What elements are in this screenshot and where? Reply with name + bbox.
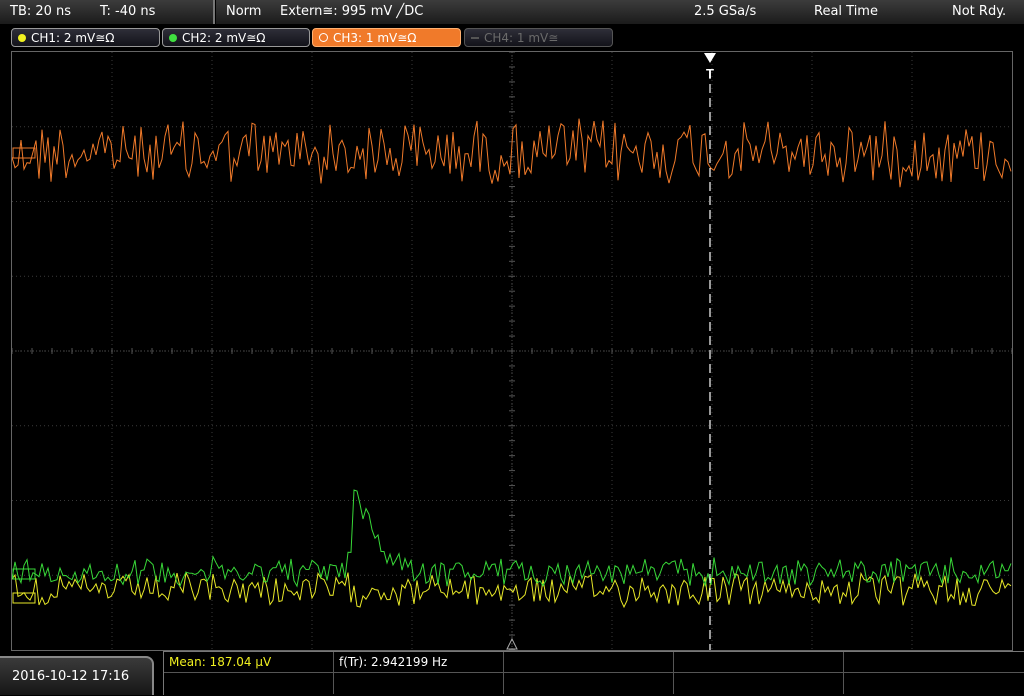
timebase-readout[interactable]: TB: 20 ns <box>10 0 71 24</box>
trigger-panel: Norm Extern≅: 995 mV ╱DC 2.5 GSa/s Real … <box>216 0 1024 24</box>
channel-3-button[interactable]: CH3: 1 mV≅Ω <box>312 28 461 47</box>
measurement-frequency-value: f(Tr): 2.942199 Hz <box>339 655 448 669</box>
measurement-slot-9[interactable] <box>674 673 844 694</box>
channel-4-button[interactable]: CH4: 1 mV≅ <box>464 28 613 47</box>
channel-1-label: CH1: 2 mV≅Ω <box>31 31 115 45</box>
trigger-mode[interactable]: Norm <box>226 0 261 24</box>
acquisition-status: Not Rdy. <box>952 4 1007 19</box>
measurement-slot-3[interactable] <box>504 652 674 673</box>
channel-3-label: CH3: 1 mV≅Ω <box>333 31 417 45</box>
channel-3-indicator-icon <box>319 33 328 42</box>
channel-2-button[interactable]: CH2: 2 mV≅Ω <box>162 28 310 47</box>
measurement-mean[interactable]: Mean: 187.04 µV <box>164 652 334 673</box>
channel-4-label: CH4: 1 mV≅ <box>484 31 559 45</box>
channel-1-button[interactable]: CH1: 2 mV≅Ω <box>11 28 160 47</box>
measurement-slot-10[interactable] <box>844 673 1024 694</box>
channel-1-offset-marker[interactable] <box>12 592 36 604</box>
measurement-slot-5[interactable] <box>844 652 1024 673</box>
measurement-slot-7[interactable] <box>334 673 504 694</box>
status-bar: TB: 20 ns T: -40 ns Norm Extern≅: 995 mV… <box>0 0 1024 24</box>
measurement-slot-6[interactable] <box>164 673 334 694</box>
timebase-panel[interactable]: TB: 20 ns T: -40 ns <box>0 0 215 24</box>
channel-offset-markers[interactable] <box>12 147 36 604</box>
trigger-position-arrow-icon[interactable] <box>704 53 716 63</box>
sample-rate[interactable]: 2.5 GSa/s <box>694 0 756 24</box>
time-offset-readout[interactable]: T: -40 ns <box>100 0 155 24</box>
datetime-panel: 2016-10-12 17:16 <box>0 656 154 695</box>
measurement-mean-value: Mean: 187.04 µV <box>169 655 272 669</box>
waveform-canvas[interactable]: T <box>12 52 1012 650</box>
channel-1-indicator-icon <box>18 34 26 42</box>
trigger-marker-label: T <box>706 66 714 81</box>
datetime: 2016-10-12 17:16 <box>12 669 130 684</box>
channel-2-label: CH2: 2 mV≅Ω <box>182 31 266 45</box>
measurement-slot-4[interactable] <box>674 652 844 673</box>
channel-4-indicator-icon <box>471 37 479 39</box>
channel-2-indicator-icon <box>169 34 177 42</box>
measurement-bar[interactable]: Mean: 187.04 µV f(Tr): 2.942199 Hz <box>163 651 1024 695</box>
acquisition-mode[interactable]: Real Time <box>814 0 878 24</box>
measurement-frequency[interactable]: f(Tr): 2.942199 Hz <box>334 652 504 673</box>
trigger-source[interactable]: Extern≅: 995 mV ╱DC <box>280 0 423 24</box>
measurement-slot-8[interactable] <box>504 673 674 694</box>
channel-2-offset-marker[interactable] <box>12 568 36 580</box>
waveform-display[interactable]: T <box>11 51 1013 651</box>
